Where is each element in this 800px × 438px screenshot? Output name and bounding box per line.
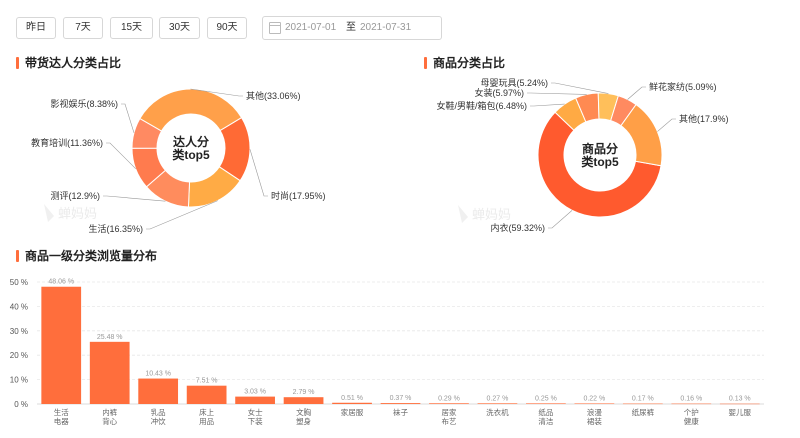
- bar-value-label: 0.22 %: [583, 395, 605, 402]
- bar: [186, 385, 227, 404]
- bar-category-label: 居家: [441, 407, 456, 417]
- bar-category-label: 下装: [248, 416, 263, 426]
- bar-value-label: 0.37 %: [390, 395, 412, 402]
- product-leader-line: [548, 210, 573, 229]
- influencer-center-label: 达人分: [173, 134, 209, 149]
- influencer-slice-label: 时尚(17.95%): [271, 190, 326, 201]
- watermark-logo-icon: [44, 204, 54, 222]
- bar-category-label: 纸品: [538, 407, 553, 417]
- influencer-slice-label: 生活(16.35%): [88, 223, 143, 234]
- bar-category-label: 纸尿裤: [632, 407, 655, 417]
- product-center-label: 商品分: [582, 141, 618, 156]
- product-slice-label: 女装(5.97%): [474, 87, 524, 98]
- bar-y-tick-label: 30 %: [10, 327, 28, 336]
- bar-value-label: 10.43 %: [145, 371, 171, 378]
- influencer-center-label: 类top5: [172, 147, 210, 162]
- bar-y-tick-label: 0 %: [14, 400, 28, 409]
- bar-category-label: 女士: [248, 407, 263, 417]
- bar-category-label: 背心: [102, 416, 117, 426]
- watermark-text: 蝉妈妈: [472, 207, 511, 222]
- bar-value-label: 25.48 %: [97, 334, 123, 341]
- product-leader-line: [657, 118, 676, 132]
- bar-value-label: 3.03 %: [244, 389, 266, 396]
- bar-category-label: 清洁: [538, 416, 553, 426]
- bar-category-label: 个护: [684, 407, 699, 417]
- influencer-slice-label: 影视娱乐(8.38%): [50, 98, 118, 109]
- charts-canvas: 蝉妈妈 蝉妈妈 时尚(17.95%) 生活(16.35%) 测评(12.9%) 教育培训…: [10, 78, 764, 426]
- watermark-text: 蝉妈妈: [58, 206, 97, 221]
- bar-category-label: 文胸: [296, 407, 311, 417]
- influencer-leader-line: [249, 149, 268, 197]
- bar-category-label: 家居服: [341, 407, 364, 417]
- bar: [235, 396, 275, 404]
- bar-value-label: 0.29 %: [438, 395, 460, 402]
- bar: [429, 403, 469, 404]
- watermark-layer: 蝉妈妈 蝉妈妈: [44, 204, 511, 223]
- influencer-leader-line: [121, 103, 135, 133]
- product-slice-label: 内衣(59.32%): [490, 222, 545, 233]
- bar-value-label: 48.06 %: [48, 279, 74, 286]
- influencer-slice-label: 其他(33.06%): [246, 90, 301, 101]
- influencer-slice-label: 教育培训(11.36%): [31, 137, 103, 148]
- influencer-slice: [139, 88, 243, 132]
- bar-category-label: 袜子: [393, 407, 408, 417]
- bar-category-label: 浪漫: [587, 407, 602, 417]
- bar: [380, 403, 421, 404]
- bar: [671, 403, 712, 405]
- bar-category-label: 洗衣机: [486, 407, 509, 417]
- bar-category-label: 布艺: [441, 416, 456, 426]
- bar: [41, 286, 82, 404]
- bar-value-label: 0.17 %: [632, 396, 654, 403]
- bar-y-tick-label: 20 %: [10, 351, 28, 360]
- bar-category-label: 婴儿服: [729, 408, 752, 417]
- bar: [332, 402, 372, 404]
- product-center-label: 类top5: [581, 154, 619, 169]
- bar-category-label: 裙装: [587, 416, 602, 426]
- bar-category-label: 电器: [54, 416, 69, 426]
- product-slice-label: 其他(17.9%): [679, 113, 729, 124]
- bar: [719, 403, 760, 405]
- browse-distribution-bar-chart: 0 % 10 % 20 % 30 % 40 % 50 % 48.06 % 生活电器 25.48 …: [10, 278, 764, 426]
- bar-category-label: 冲饮: [151, 416, 166, 426]
- bar: [283, 397, 324, 404]
- bar-category-label: 用品: [199, 417, 214, 426]
- bar-value-label: 0.51 %: [341, 395, 363, 402]
- watermark-logo-icon: [458, 205, 468, 223]
- bar-value-label: 0.13 %: [729, 396, 751, 403]
- bar-category-label: 塑身: [296, 416, 311, 426]
- product-leader-line: [530, 103, 565, 107]
- product-slice-label: 母婴玩具(5.24%): [480, 78, 548, 88]
- bar: [138, 378, 179, 404]
- bar-category-label: 健康: [684, 416, 699, 426]
- product-slice-label: 女鞋/男鞋/箱包(6.48%): [436, 100, 527, 111]
- influencer-leader-line: [103, 195, 166, 202]
- bar: [622, 403, 663, 405]
- influencer-slice-label: 测评(12.9%): [50, 191, 100, 201]
- product-leader-line: [551, 82, 609, 94]
- bar-value-label: 2.79 %: [293, 389, 315, 396]
- bar-y-tick-label: 50 %: [10, 278, 28, 287]
- bar: [477, 403, 518, 404]
- bar-category-label: 乳品: [151, 407, 166, 417]
- bar-value-label: 0.27 %: [487, 395, 509, 402]
- bar-y-tick-label: 10 %: [10, 376, 28, 385]
- bar-value-label: 0.16 %: [680, 396, 702, 403]
- bar-value-label: 7.51 %: [196, 378, 218, 385]
- bar: [526, 403, 566, 404]
- bar: [574, 403, 615, 404]
- bar: [89, 341, 130, 404]
- influencer-leader-line: [106, 142, 136, 170]
- product-leader-line: [527, 92, 587, 95]
- product-leader-line: [627, 86, 646, 100]
- bar-y-tick-label: 40 %: [10, 302, 28, 311]
- product-slice-label: 鲜花家纺(5.09%): [649, 81, 717, 92]
- bar-category-label: 床上: [199, 407, 214, 417]
- bar-value-label: 0.25 %: [535, 395, 557, 402]
- bar-category-label: 内裤: [102, 407, 117, 417]
- bar-category-label: 生活: [54, 407, 69, 417]
